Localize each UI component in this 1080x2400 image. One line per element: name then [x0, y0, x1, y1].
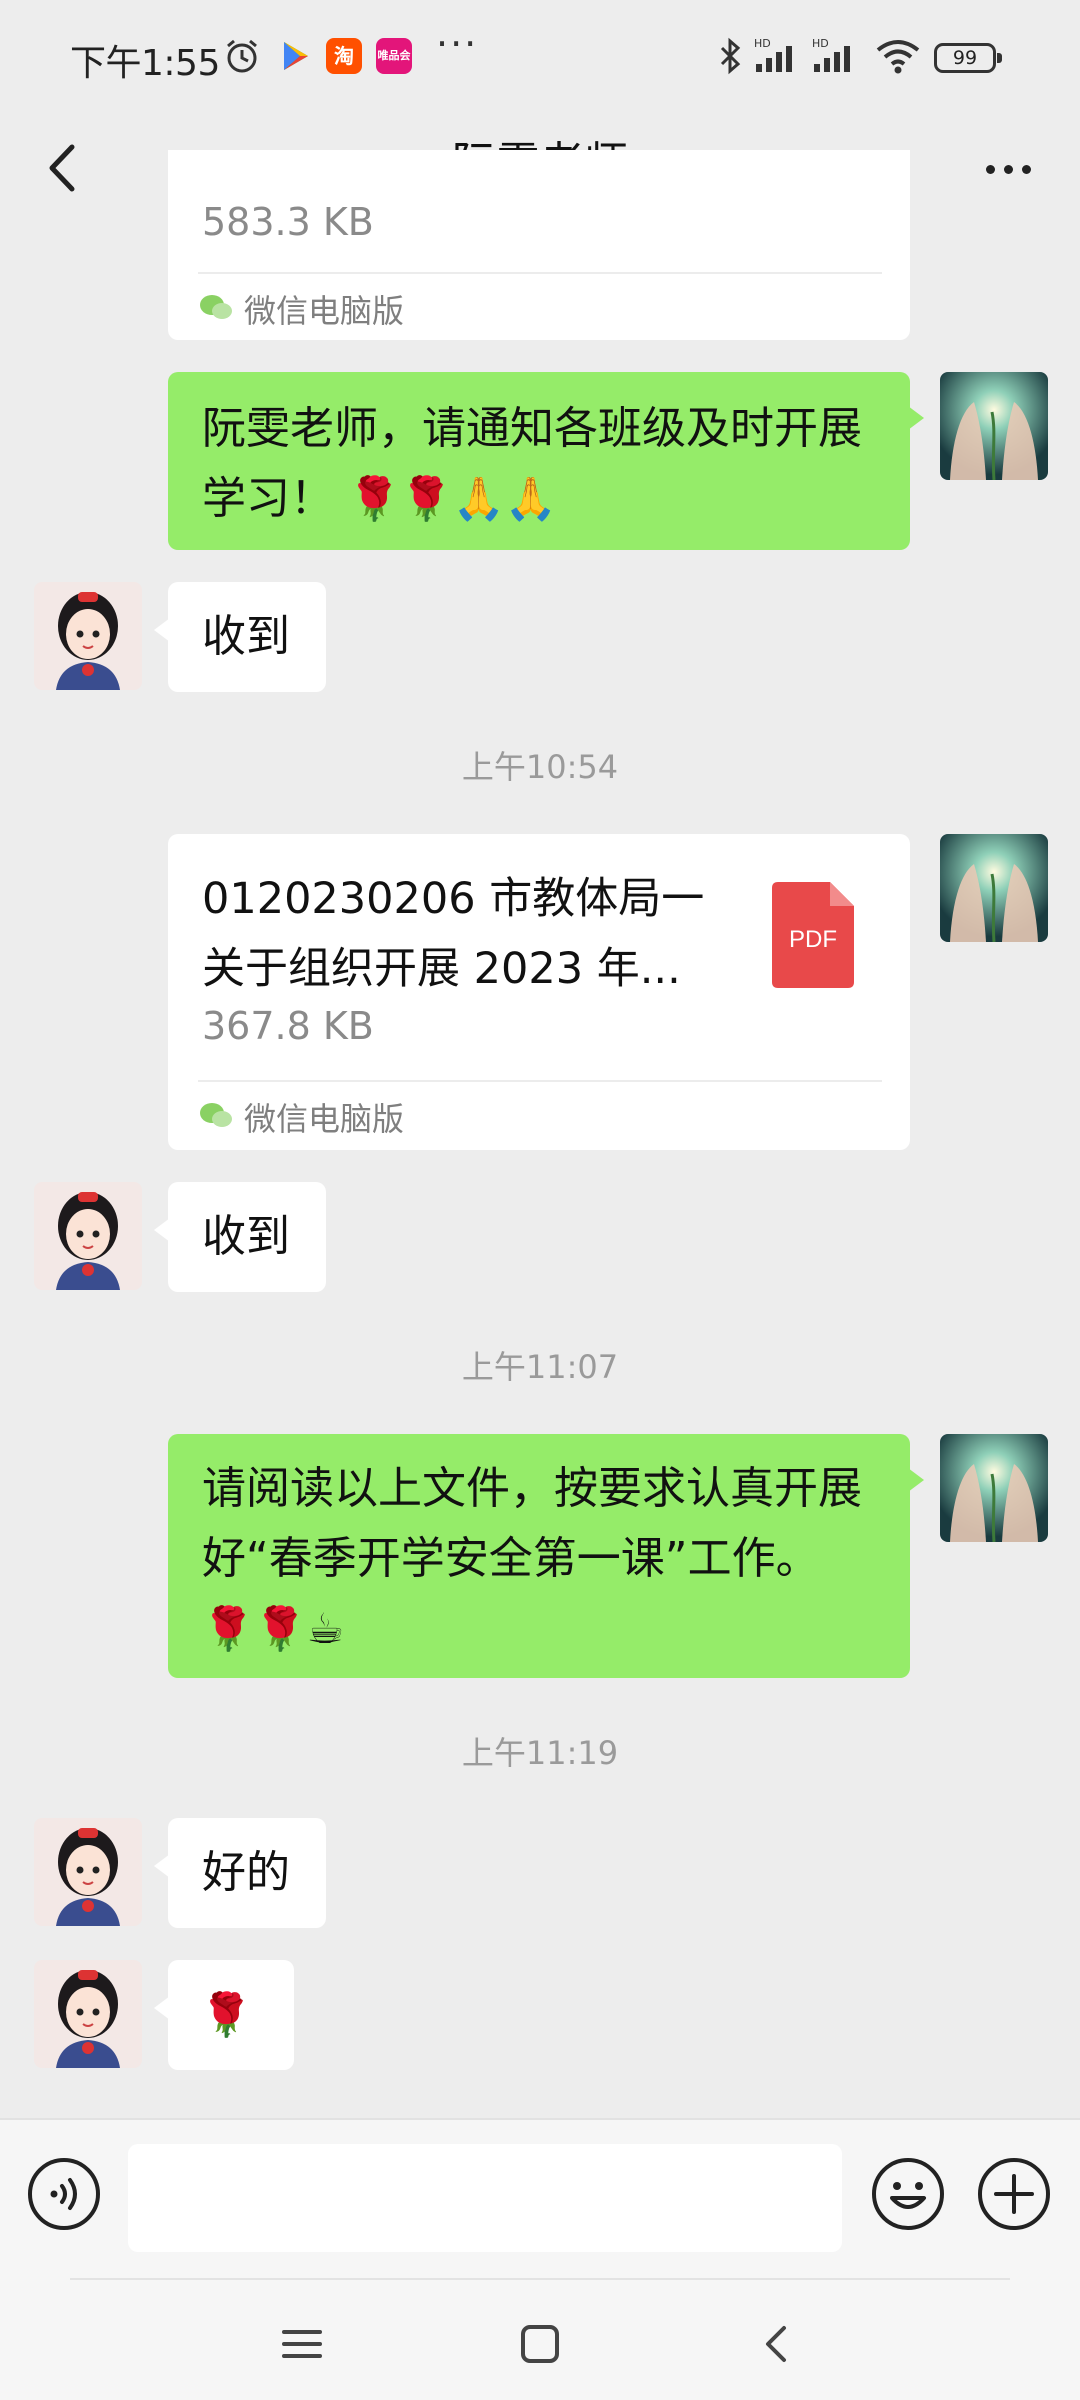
contact-avatar[interactable]: [34, 582, 142, 690]
message-text: 阮雯老师，请通知各班级及时开展: [202, 403, 862, 454]
file-divider: [198, 272, 882, 274]
snow-white-avatar-image: [34, 1818, 142, 1926]
message-text: 好的: [202, 1847, 290, 1898]
timestamp: 上午10:54: [461, 748, 619, 786]
contact-avatar[interactable]: [34, 1818, 142, 1926]
message-text: 收到: [202, 1211, 290, 1262]
emoji-icon[interactable]: [870, 2156, 946, 2232]
message-input[interactable]: [128, 2144, 842, 2252]
self-avatar[interactable]: [940, 834, 1048, 942]
received-message-bubble[interactable]: 收到: [154, 1182, 326, 1292]
taobao-icon: 淘: [326, 38, 362, 74]
self-avatar[interactable]: [940, 1434, 1048, 1542]
back-arrow-icon[interactable]: [30, 133, 100, 203]
more-notifications-icon: ···: [436, 22, 479, 66]
contact-avatar[interactable]: [34, 1960, 142, 2068]
signal-1-icon: HD: [754, 37, 792, 72]
hands-light-avatar-image: [940, 834, 1048, 942]
file-size: 583.3 KB: [202, 200, 374, 244]
status-bar: 下午1:55 淘 唯品会 ··· HD HD 99: [0, 0, 1080, 115]
vipshop-icon: 唯品会: [376, 38, 412, 74]
received-message-bubble[interactable]: 收到: [154, 582, 326, 692]
back-icon[interactable]: [748, 2314, 808, 2374]
contact-avatar[interactable]: [34, 1182, 142, 1290]
status-time: 下午1:55: [70, 43, 220, 84]
file-source: 微信电脑版: [244, 1100, 405, 1138]
snow-white-avatar-image: [34, 582, 142, 690]
message-text: 学习！ 🌹🌹🙏🙏: [202, 473, 558, 524]
file-size: 367.8 KB: [202, 1004, 374, 1048]
wechat-icon: [200, 1103, 232, 1127]
bluetooth-icon: [720, 37, 741, 75]
rose-prayer-emojis: 🌹🌹🙏🙏: [348, 474, 558, 523]
file-divider: [198, 1080, 882, 1082]
file-message-card[interactable]: 0120230206 市教体局一 关于组织开展 2023 年... PDF 36…: [168, 834, 910, 1150]
plus-icon[interactable]: [976, 2156, 1052, 2232]
sent-message-bubble[interactable]: 请阅读以上文件，按要求认真开展 好“春季开学安全第一课”工作。 🌹🌹☕: [168, 1434, 924, 1678]
file-message-card[interactable]: 583.3 KB 微信电脑版: [168, 150, 910, 340]
voice-input-icon[interactable]: [26, 2156, 102, 2232]
system-navigation-bar: [0, 2278, 1080, 2400]
svg-text:HD: HD: [754, 37, 771, 50]
rose-coffee-emojis: 🌹🌹☕: [202, 1604, 345, 1653]
home-icon[interactable]: [510, 2314, 570, 2374]
file-name: 0120230206 市教体局一 关于组织开展 2023 年...: [202, 874, 705, 994]
hands-light-avatar-image: [940, 372, 1048, 480]
sent-message-bubble[interactable]: 阮雯老师，请通知各班级及时开展 学习！ 🌹🌹🙏🙏: [168, 372, 924, 550]
battery-indicator: 99: [934, 43, 1002, 73]
wechat-icon: [200, 295, 232, 319]
message-input-bar: [0, 2118, 1080, 2278]
message-text: 好“春季开学安全第一课”工作。: [202, 1533, 820, 1584]
received-message-bubble[interactable]: 好的: [154, 1818, 326, 1928]
svg-text:HD: HD: [812, 37, 829, 50]
message-text: 请阅读以上文件，按要求认真开展: [202, 1463, 862, 1514]
wifi-icon: [876, 40, 920, 74]
play-store-icon: [284, 42, 308, 70]
snow-white-avatar-image: [34, 1182, 142, 1290]
pdf-label: PDF: [789, 926, 837, 953]
snow-white-avatar-image: [34, 1960, 142, 2068]
message-text: 收到: [202, 611, 290, 662]
hands-light-avatar-image: [940, 1434, 1048, 1542]
divider: [70, 2278, 1010, 2280]
timestamp: 上午11:07: [461, 1348, 619, 1386]
timestamp: 上午11:19: [461, 1734, 619, 1772]
signal-2-icon: HD: [812, 37, 850, 72]
more-options-icon[interactable]: [974, 133, 1044, 203]
menu-icon[interactable]: [272, 2314, 332, 2374]
self-avatar[interactable]: [940, 372, 1048, 480]
rose-emoji: 🌹: [200, 1990, 253, 2039]
alarm-icon: [227, 39, 257, 73]
file-source: 微信电脑版: [244, 292, 405, 330]
received-message-bubble[interactable]: 🌹: [154, 1960, 294, 2070]
